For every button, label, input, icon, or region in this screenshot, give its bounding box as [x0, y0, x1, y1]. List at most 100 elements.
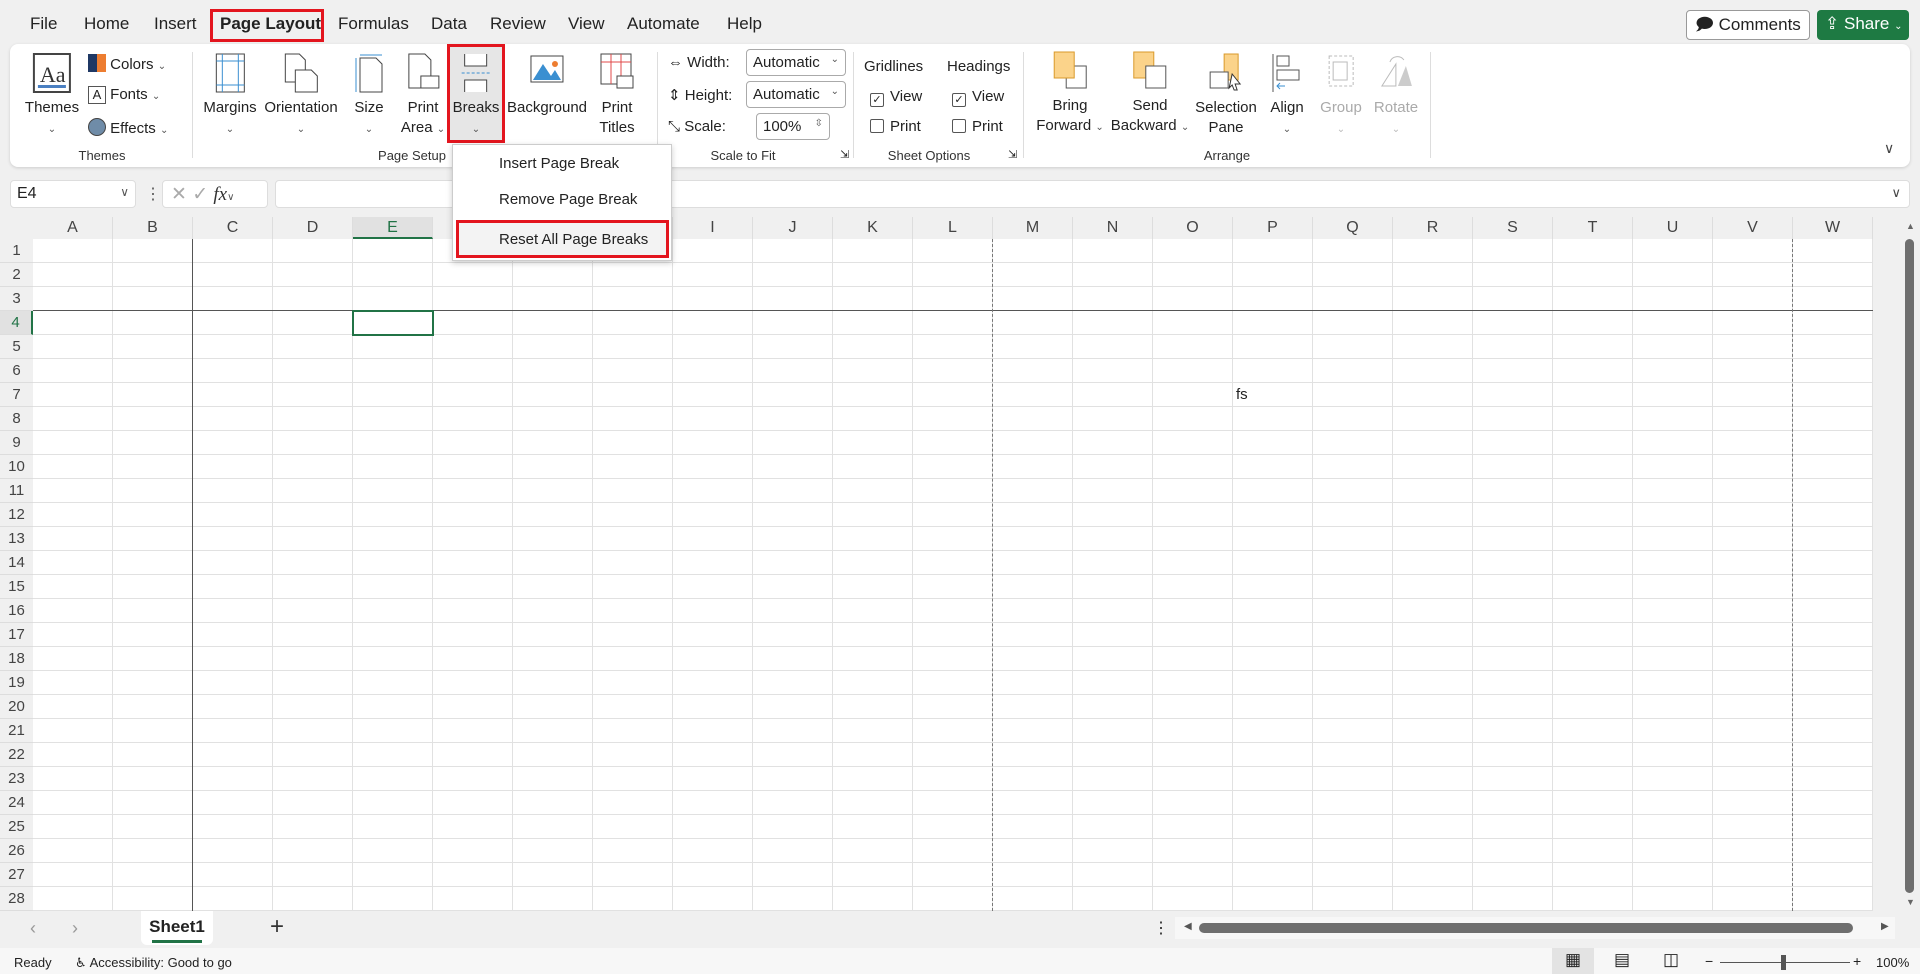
zoom-in-icon[interactable]: +	[1853, 953, 1861, 969]
zoom-slider[interactable]	[1720, 955, 1850, 970]
row-header-7[interactable]: 7	[0, 383, 33, 407]
align-button[interactable]: Align ⌄	[1269, 52, 1305, 140]
headings-view-checkbox[interactable]: ✓ View	[952, 88, 1004, 107]
cancel-icon[interactable]: ✕	[171, 184, 187, 205]
active-cell[interactable]	[352, 310, 434, 336]
themes-button[interactable]: Aa Themes ⌄	[25, 52, 79, 140]
orientation-button[interactable]: Orientation ⌄	[264, 52, 338, 140]
more-options-icon[interactable]: ⋮	[145, 184, 161, 204]
tab-formulas[interactable]: Formulas	[338, 14, 409, 34]
sheet-tab-sheet1[interactable]: Sheet1	[141, 911, 213, 945]
group-button[interactable]: Group ⌄	[1320, 52, 1362, 140]
accessibility-status[interactable]: ♿︎ Accessibility: Good to go	[75, 955, 232, 971]
tab-file[interactable]: File	[30, 14, 57, 34]
row-header-26[interactable]: 26	[0, 839, 33, 863]
row-header-22[interactable]: 22	[0, 743, 33, 767]
print-area-button[interactable]: Print Area ⌄	[401, 52, 445, 140]
row-header-19[interactable]: 19	[0, 671, 33, 695]
row-header-25[interactable]: 25	[0, 815, 33, 839]
send-backward-button[interactable]: Send Backward ⌄	[1111, 48, 1189, 138]
sheet-next-icon[interactable]: ›	[72, 918, 78, 939]
column-header-T[interactable]: T	[1553, 217, 1633, 239]
margins-button[interactable]: Margins ⌄	[203, 52, 257, 140]
row-header-12[interactable]: 12	[0, 503, 33, 527]
row-header-23[interactable]: 23	[0, 767, 33, 791]
colors-button[interactable]: Colors ⌄	[88, 54, 166, 73]
row-header-18[interactable]: 18	[0, 647, 33, 671]
zoom-level[interactable]: 100%	[1876, 955, 1909, 970]
sheet-options-dialog-launcher-icon[interactable]: ⇲	[1008, 148, 1017, 161]
rotate-button[interactable]: Rotate ⌄	[1374, 52, 1418, 140]
row-header-9[interactable]: 9	[0, 431, 33, 455]
row-header-8[interactable]: 8	[0, 407, 33, 431]
row-header-21[interactable]: 21	[0, 719, 33, 743]
gridlines-print-checkbox[interactable]: Print	[870, 118, 921, 135]
scale-stepper[interactable]: 100% ⇳	[756, 113, 830, 140]
column-header-S[interactable]: S	[1473, 217, 1553, 239]
tab-data[interactable]: Data	[431, 14, 467, 34]
column-header-U[interactable]: U	[1633, 217, 1713, 239]
column-header-O[interactable]: O	[1153, 217, 1233, 239]
vertical-scrollbar[interactable]: ▲ ▼	[1900, 217, 1920, 911]
cell-grid[interactable]	[33, 239, 1873, 911]
zoom-out-icon[interactable]: −	[1705, 953, 1713, 969]
column-header-J[interactable]: J	[753, 217, 833, 239]
tab-insert[interactable]: Insert	[154, 14, 197, 34]
row-header-24[interactable]: 24	[0, 791, 33, 815]
fonts-button[interactable]: A Fonts ⌄	[88, 86, 160, 104]
tab-split-handle-icon[interactable]: ⋮	[1153, 918, 1169, 938]
tab-view[interactable]: View	[568, 14, 605, 34]
column-header-P[interactable]: P	[1233, 217, 1313, 239]
column-header-L[interactable]: L	[913, 217, 993, 239]
tab-review[interactable]: Review	[490, 14, 546, 34]
row-header-13[interactable]: 13	[0, 527, 33, 551]
normal-view-button[interactable]: ▦	[1552, 948, 1594, 974]
row-header-1[interactable]: 1	[0, 239, 33, 263]
select-all-corner[interactable]	[0, 217, 33, 239]
menu-item-remove-page-break[interactable]: Remove Page Break	[499, 191, 637, 208]
print-titles-button[interactable]: Print Titles	[597, 52, 637, 138]
column-header-D[interactable]: D	[273, 217, 353, 239]
row-header-10[interactable]: 10	[0, 455, 33, 479]
horizontal-scrollbar[interactable]: ◀ ▶	[1175, 917, 1895, 939]
column-header-B[interactable]: B	[113, 217, 193, 239]
row-header-17[interactable]: 17	[0, 623, 33, 647]
share-button[interactable]: ⇪ Share ⌄	[1817, 10, 1909, 40]
row-header-16[interactable]: 16	[0, 599, 33, 623]
row-header-27[interactable]: 27	[0, 863, 33, 887]
page-break-preview-icon[interactable]: ◫	[1663, 950, 1679, 970]
width-select[interactable]: Automatic ⌄	[746, 49, 846, 76]
column-header-M[interactable]: M	[993, 217, 1073, 239]
size-button[interactable]: Size ⌄	[352, 52, 386, 140]
breaks-button[interactable]: Breaks ⌄	[453, 52, 499, 140]
tab-help[interactable]: Help	[727, 14, 762, 34]
column-header-W[interactable]: W	[1793, 217, 1873, 239]
column-header-A[interactable]: A	[33, 217, 113, 239]
row-header-2[interactable]: 2	[0, 263, 33, 287]
name-box[interactable]: E4 ∨	[10, 180, 136, 208]
page-layout-view-icon[interactable]: ▤	[1614, 950, 1630, 970]
column-header-I[interactable]: I	[673, 217, 753, 239]
effects-button[interactable]: Effects ⌄	[88, 118, 168, 137]
row-header-28[interactable]: 28	[0, 887, 33, 911]
tab-home[interactable]: Home	[84, 14, 129, 34]
column-header-C[interactable]: C	[193, 217, 273, 239]
enter-icon[interactable]: ✓	[192, 184, 208, 205]
row-header-14[interactable]: 14	[0, 551, 33, 575]
column-header-V[interactable]: V	[1713, 217, 1793, 239]
height-select[interactable]: Automatic ⌄	[746, 81, 846, 108]
collapse-ribbon-chevron-icon[interactable]: ∨	[1884, 140, 1894, 157]
column-header-Q[interactable]: Q	[1313, 217, 1393, 239]
selection-pane-button[interactable]: Selection Pane	[1195, 52, 1257, 138]
row-header-15[interactable]: 15	[0, 575, 33, 599]
row-header-3[interactable]: 3	[0, 287, 33, 311]
column-header-K[interactable]: K	[833, 217, 913, 239]
gridlines-view-checkbox[interactable]: ✓ View	[870, 88, 922, 107]
menu-item-reset-all-page-breaks[interactable]: Reset All Page Breaks	[499, 231, 648, 248]
cell-P7[interactable]: fs	[1236, 386, 1248, 403]
insert-function-icon[interactable]: fx	[213, 184, 227, 205]
menu-item-insert-page-break[interactable]: Insert Page Break	[499, 155, 619, 172]
column-header-R[interactable]: R	[1393, 217, 1473, 239]
row-header-6[interactable]: 6	[0, 359, 33, 383]
comments-button[interactable]: 🗩 Comments	[1686, 10, 1810, 40]
